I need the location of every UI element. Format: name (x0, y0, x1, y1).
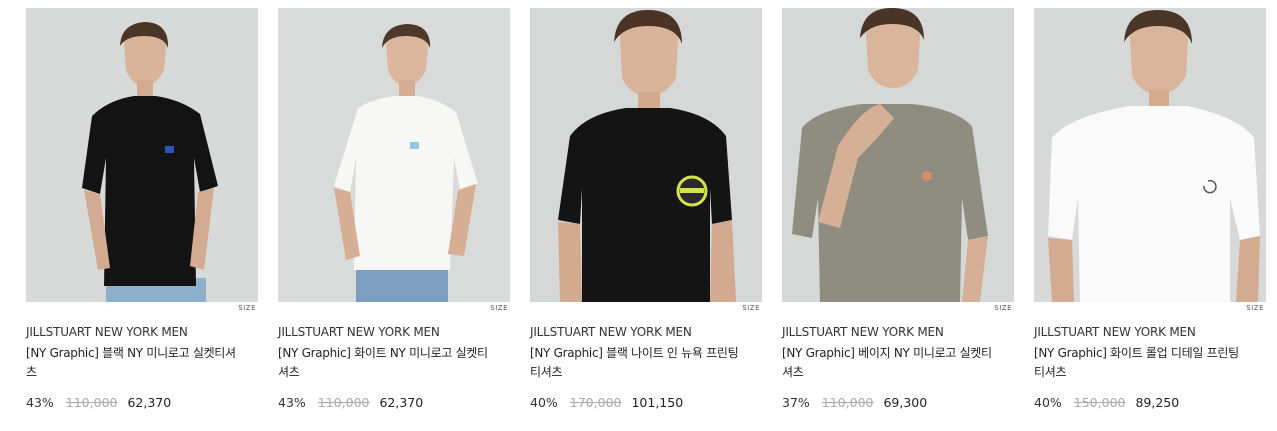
model-black-tshirt-icon (26, 8, 258, 302)
product-name[interactable]: [NY Graphic] 블랙 NY 미니로고 실켓티셔츠 (26, 344, 236, 382)
sale-price: 62,370 (127, 395, 172, 410)
product-name[interactable]: [NY Graphic] 베이지 NY 미니로고 실켓티셔츠 (782, 344, 992, 382)
size-label[interactable]: SIZE (742, 304, 760, 312)
product-card[interactable]: SIZE JILLSTUART NEW YORK MEN [NY Graphic… (1034, 8, 1266, 410)
product-image[interactable] (278, 8, 510, 302)
product-card[interactable]: SIZE JILLSTUART NEW YORK MEN [NY Graphic… (278, 8, 510, 410)
product-grid: SIZE JILLSTUART NEW YORK MEN [NY Graphic… (0, 0, 1277, 431)
product-brand[interactable]: JILLSTUART NEW YORK MEN (1034, 325, 1266, 339)
product-name[interactable]: [NY Graphic] 화이트 롤업 디테일 프린팅 티셔츠 (1034, 344, 1244, 382)
sale-price: 101,150 (631, 395, 684, 410)
model-beige-tshirt-icon (782, 8, 1014, 302)
original-price: 110,000 (65, 395, 118, 410)
size-label[interactable]: SIZE (1246, 304, 1264, 312)
product-card[interactable]: SIZE JILLSTUART NEW YORK MEN [NY Graphic… (530, 8, 762, 410)
original-price: 150,000 (1073, 395, 1126, 410)
price-row: 40% 170,000 101,150 (530, 395, 762, 410)
size-label[interactable]: SIZE (238, 304, 256, 312)
product-image[interactable] (1034, 8, 1266, 302)
product-brand[interactable]: JILLSTUART NEW YORK MEN (782, 325, 1014, 339)
price-row: 40% 150,000 89,250 (1034, 395, 1266, 410)
product-image[interactable] (26, 8, 258, 302)
model-white-rollup-tshirt-icon (1034, 8, 1266, 302)
model-black-print-tshirt-icon (530, 8, 762, 302)
price-row: 43% 110,000 62,370 (278, 395, 510, 410)
product-brand[interactable]: JILLSTUART NEW YORK MEN (26, 325, 258, 339)
model-white-tshirt-icon (278, 8, 510, 302)
size-label[interactable]: SIZE (994, 304, 1012, 312)
sale-price: 62,370 (379, 395, 424, 410)
discount-rate: 40% (1034, 395, 1062, 410)
price-row: 37% 110,000 69,300 (782, 395, 1014, 410)
sale-price: 89,250 (1135, 395, 1180, 410)
price-row: 43% 110,000 62,370 (26, 395, 258, 410)
discount-rate: 40% (530, 395, 558, 410)
size-label[interactable]: SIZE (490, 304, 508, 312)
product-name[interactable]: [NY Graphic] 블랙 나이트 인 뉴욕 프린팅 티셔츠 (530, 344, 740, 382)
original-price: 110,000 (317, 395, 370, 410)
product-image[interactable] (530, 8, 762, 302)
original-price: 170,000 (569, 395, 622, 410)
product-card[interactable]: SIZE JILLSTUART NEW YORK MEN [NY Graphic… (26, 8, 258, 410)
discount-rate: 43% (278, 395, 306, 410)
product-brand[interactable]: JILLSTUART NEW YORK MEN (278, 325, 510, 339)
discount-rate: 37% (782, 395, 810, 410)
product-brand[interactable]: JILLSTUART NEW YORK MEN (530, 325, 762, 339)
discount-rate: 43% (26, 395, 54, 410)
original-price: 110,000 (821, 395, 874, 410)
product-image[interactable] (782, 8, 1014, 302)
product-card[interactable]: SIZE JILLSTUART NEW YORK MEN [NY Graphic… (782, 8, 1014, 410)
sale-price: 69,300 (883, 395, 928, 410)
product-name[interactable]: [NY Graphic] 화이트 NY 미니로고 실켓티셔츠 (278, 344, 488, 382)
